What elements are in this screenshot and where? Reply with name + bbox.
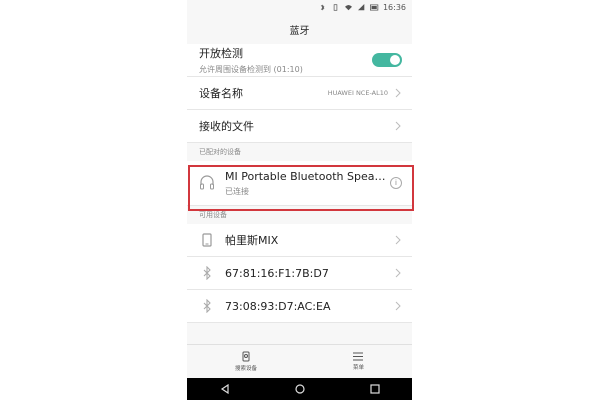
- vibrate-icon: [333, 3, 338, 11]
- battery-icon: [369, 4, 379, 10]
- system-nav-bar: [187, 378, 412, 400]
- chevron-right-icon: [395, 235, 401, 245]
- search-devices-icon: [242, 351, 250, 362]
- chevron-right-icon: [395, 301, 401, 311]
- page-title: 蓝牙: [187, 14, 412, 44]
- chevron-right-icon: [395, 268, 401, 278]
- bottom-action-bar: 搜索设备 菜单: [187, 344, 412, 378]
- home-icon[interactable]: [294, 384, 305, 394]
- status-time: 16:36: [382, 2, 406, 12]
- device-name-value: HUAWEI NCE-AL10: [327, 89, 388, 97]
- bluetooth-icon: [199, 298, 215, 314]
- signal-icon: [357, 3, 365, 10]
- discoverable-label: 开放检测: [199, 47, 243, 60]
- paired-device-row[interactable]: MI Portable Bluetooth Speak... 已连接 i: [187, 161, 412, 206]
- received-files-label: 接收的文件: [199, 120, 254, 133]
- device-name-label: 设备名称: [199, 87, 243, 100]
- wifi-icon: [344, 4, 352, 10]
- info-icon[interactable]: i: [390, 177, 402, 189]
- bluetooth-icon: [199, 265, 215, 281]
- status-bar: 16:36: [187, 0, 412, 14]
- paired-section-title: 已配对的设备: [187, 143, 412, 161]
- device-name-row[interactable]: 设备名称 HUAWEI NCE-AL10: [187, 77, 412, 110]
- received-files-row[interactable]: 接收的文件: [187, 110, 412, 143]
- menu-icon: [353, 352, 364, 361]
- available-device-row[interactable]: 73:08:93:D7:AC:EA: [187, 290, 412, 323]
- menu-label: 菜单: [352, 365, 364, 371]
- phone-icon: [199, 232, 215, 248]
- available-device-row[interactable]: 67:81:16:F1:7B:D7: [187, 257, 412, 290]
- phone-screen: 16:36 蓝牙 开放检测 允许周围设备检测到 (01:10) 设备名称 HUA…: [187, 0, 412, 400]
- available-device-name: 67:81:16:F1:7B:D7: [225, 266, 329, 280]
- available-section-title: 可用设备: [187, 206, 412, 224]
- bluetooth-status-icon: [320, 4, 325, 10]
- chevron-right-icon: [395, 88, 401, 98]
- available-device-row[interactable]: 帕里斯MIX: [187, 224, 412, 257]
- headset-icon: [199, 175, 215, 191]
- chevron-right-icon: [395, 121, 401, 131]
- search-devices-label: 搜索设备: [234, 366, 257, 372]
- discoverable-toggle[interactable]: [372, 53, 402, 67]
- paired-device-status: 已连接: [225, 186, 249, 196]
- available-device-name: 帕里斯MIX: [225, 234, 279, 247]
- back-icon[interactable]: [220, 384, 230, 394]
- search-devices-button[interactable]: 搜索设备: [235, 351, 257, 372]
- paired-device-name: MI Portable Bluetooth Speak...: [225, 169, 390, 183]
- discoverable-sublabel: 允许周围设备检测到 (01:10): [199, 65, 303, 74]
- recents-icon[interactable]: [369, 384, 380, 394]
- available-device-name: 73:08:93:D7:AC:EA: [225, 299, 331, 313]
- toggle-knob: [390, 55, 400, 65]
- menu-button[interactable]: 菜单: [353, 352, 364, 371]
- discoverable-row[interactable]: 开放检测 允许周围设备检测到 (01:10): [187, 44, 412, 77]
